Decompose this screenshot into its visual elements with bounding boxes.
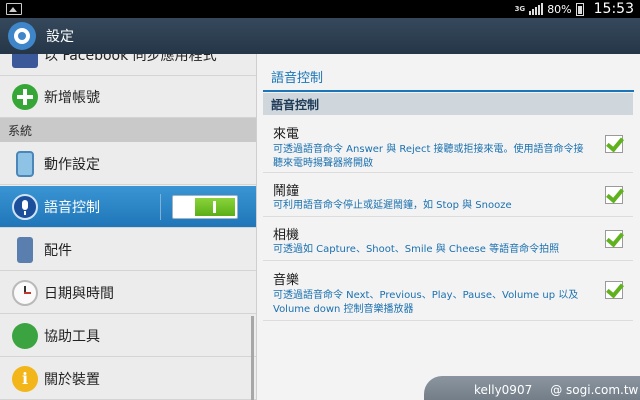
watermark: kelly0907 @ sogi.com.tw bbox=[424, 376, 640, 400]
sidebar-item-label: 日期與時間 bbox=[44, 285, 114, 302]
pref-item-music[interactable]: 音樂 可透過語音命令 Next、Previous、Play、Pause、Volu… bbox=[263, 261, 633, 321]
settings-list[interactable]: 以 Facebook 同步應用程式 新增帳號 系統 動作設定 語音控制 配件 日… bbox=[0, 54, 256, 400]
watermark-site: @ sogi.com.tw bbox=[550, 383, 639, 397]
sidebar-item-motion[interactable]: 動作設定 bbox=[0, 143, 256, 185]
action-bar: 設定 bbox=[0, 18, 640, 54]
section-header: 語音控制 bbox=[263, 93, 633, 115]
pref-summary: 可透過語音命令 Answer 與 Reject 接聽或拒接來電。使用語音命令接聽… bbox=[273, 144, 584, 169]
status-indicators: 3G 80% 15:53 bbox=[515, 0, 634, 18]
pref-title: 相機 bbox=[273, 228, 300, 243]
voice-control-toggle[interactable] bbox=[172, 195, 238, 219]
sidebar-item-label: 語音控制 bbox=[44, 199, 100, 216]
sidebar-item-label: 以 Facebook 同步應用程式 bbox=[44, 54, 217, 64]
sidebar-item-accessibility[interactable]: 協助工具 bbox=[0, 315, 256, 357]
camera-checkbox[interactable] bbox=[605, 230, 623, 248]
motion-icon bbox=[16, 150, 34, 177]
sidebar-item-facebook-sync[interactable]: 以 Facebook 同步應用程式 bbox=[0, 54, 256, 76]
panel-title: 語音控制 bbox=[271, 71, 324, 86]
sidebar-item-about-device[interactable]: i 關於裝置 bbox=[0, 358, 256, 400]
facebook-icon bbox=[12, 54, 38, 68]
pref-item-alarm[interactable]: 鬧鐘 可利用語音命令停止或延遲鬧鐘，如 Stop 與 Snooze bbox=[263, 173, 633, 217]
voice-control-icon bbox=[12, 193, 38, 220]
sidebar-item-add-account[interactable]: 新增帳號 bbox=[0, 76, 256, 118]
network-type: 3G bbox=[514, 4, 526, 13]
signal-icon bbox=[529, 3, 544, 15]
status-bar: 3G 80% 15:53 bbox=[0, 0, 640, 18]
voice-control-panel: 語音控制 語音控制 來電 可透過語音命令 Answer 與 Reject 接聽或… bbox=[256, 54, 640, 400]
sidebar-item-date-time[interactable]: 日期與時間 bbox=[0, 272, 256, 314]
clock-icon bbox=[12, 279, 38, 306]
page-title: 設定 bbox=[46, 29, 74, 45]
clock: 15:53 bbox=[593, 1, 634, 17]
battery-icon bbox=[575, 2, 584, 16]
pref-item-incoming-call[interactable]: 來電 可透過語音命令 Answer 與 Reject 接聽或拒接來電。使用語音命… bbox=[263, 115, 633, 173]
pref-title: 來電 bbox=[273, 127, 300, 142]
pref-title: 鬧鐘 bbox=[273, 184, 300, 199]
title-divider bbox=[263, 90, 634, 92]
pref-title: 音樂 bbox=[273, 273, 300, 288]
info-icon: i bbox=[12, 365, 38, 392]
incoming-call-checkbox[interactable] bbox=[605, 135, 623, 153]
pref-summary: 可利用語音命令停止或延遲鬧鐘，如 Stop 與 Snooze bbox=[273, 200, 512, 211]
pref-summary: 可透過語音命令 Next、Previous、Play、Pause、Volume … bbox=[273, 290, 579, 315]
sidebar-item-accessory[interactable]: 配件 bbox=[0, 229, 256, 271]
sidebar-item-label: 關於裝置 bbox=[44, 371, 100, 388]
alarm-checkbox[interactable] bbox=[605, 186, 623, 204]
sidebar-item-voice-control[interactable]: 語音控制 bbox=[0, 186, 256, 228]
toggle-on-indicator bbox=[195, 198, 235, 216]
pref-item-camera[interactable]: 相機 可透過如 Capture、Shoot、Smile 與 Cheese 等語音… bbox=[263, 217, 633, 261]
battery-percent: 80% bbox=[547, 2, 572, 16]
scrollbar[interactable] bbox=[251, 316, 254, 400]
watermark-user: kelly0907 bbox=[474, 383, 533, 397]
music-checkbox[interactable] bbox=[605, 281, 623, 299]
pref-summary: 可透過如 Capture、Shoot、Smile 與 Cheese 等語音命令拍… bbox=[273, 244, 560, 255]
sidebar-item-label: 配件 bbox=[44, 242, 72, 259]
gear-icon[interactable] bbox=[8, 22, 36, 50]
add-icon bbox=[12, 83, 38, 110]
accessory-icon bbox=[17, 236, 33, 263]
section-header-system: 系統 bbox=[0, 118, 256, 142]
divider bbox=[160, 194, 161, 220]
gallery-notification-icon bbox=[6, 3, 22, 15]
sidebar-item-label: 新增帳號 bbox=[44, 89, 100, 106]
sidebar-item-label: 動作設定 bbox=[44, 156, 100, 173]
hand-icon bbox=[12, 322, 38, 349]
sidebar-item-label: 協助工具 bbox=[44, 328, 100, 345]
